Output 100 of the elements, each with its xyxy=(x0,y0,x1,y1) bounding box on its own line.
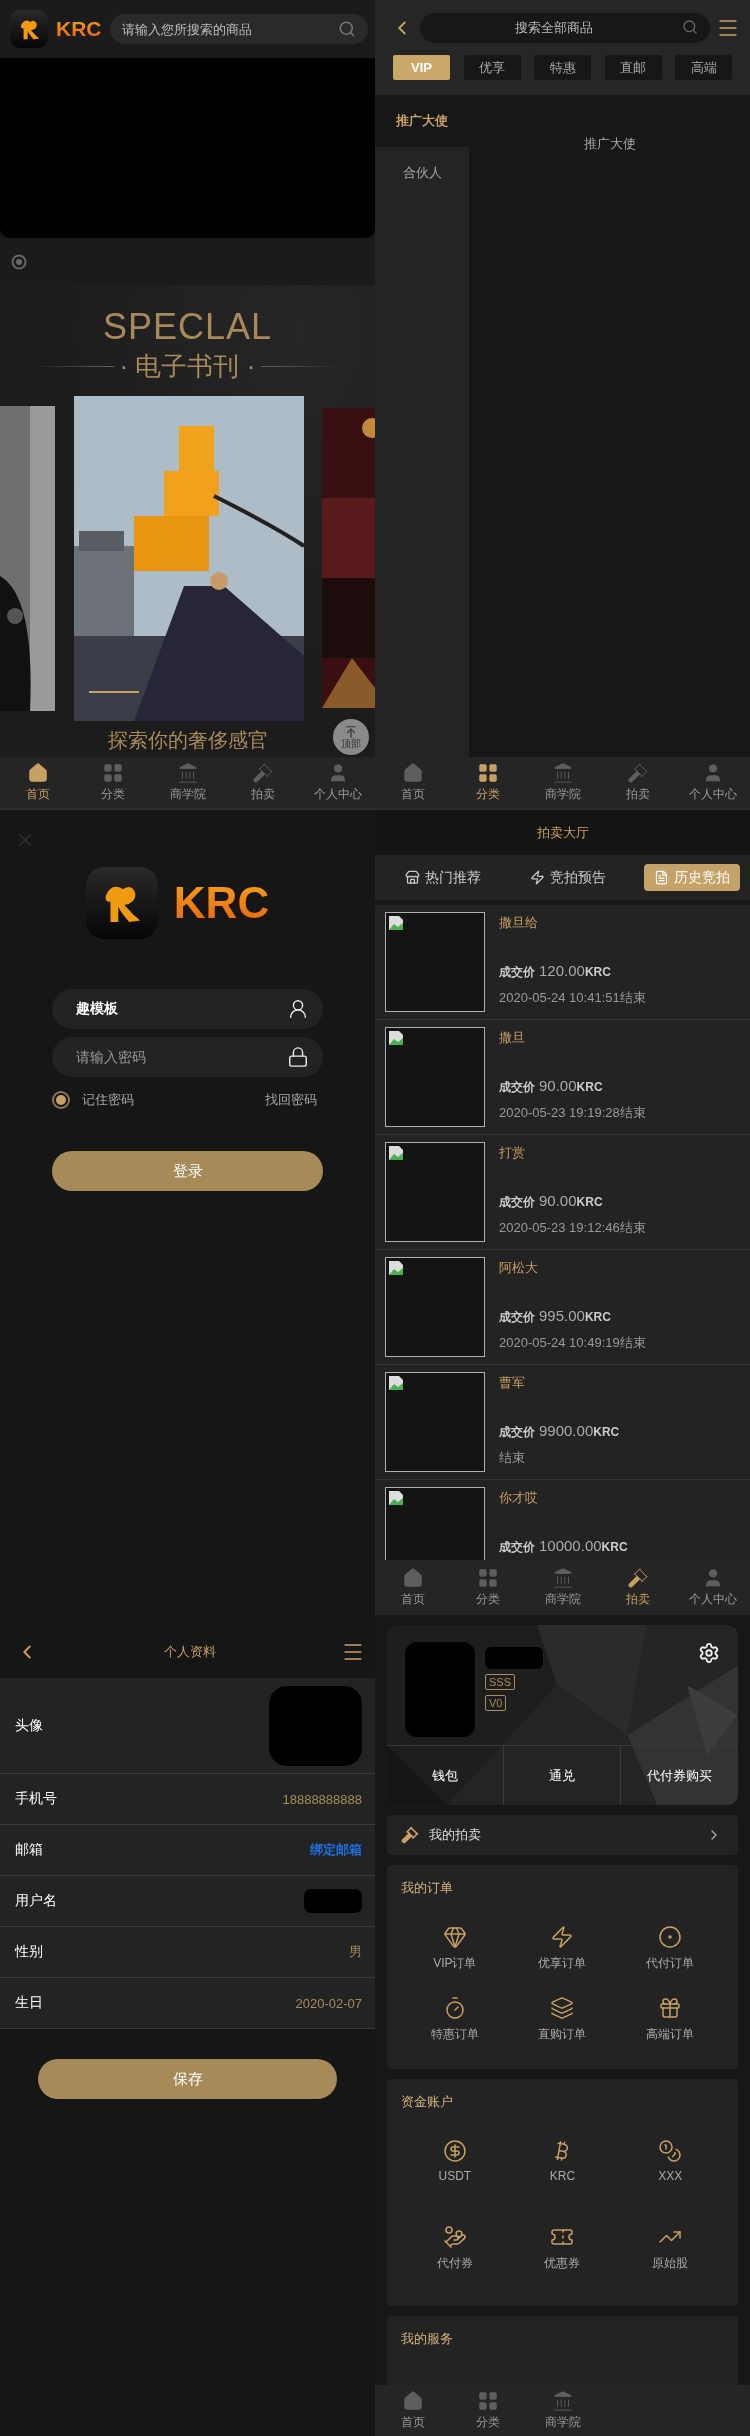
item-name: 你才哎 xyxy=(499,1489,539,1507)
section-caption: 探索你的奢侈感官 xyxy=(107,728,268,753)
field-label: 邮箱 xyxy=(15,1841,43,1859)
tab-item[interactable]: 个人中心 xyxy=(675,762,750,803)
price-label: 成交价 xyxy=(499,1539,535,1556)
filter-chip[interactable]: 直邮 xyxy=(604,55,662,80)
broken-image-icon xyxy=(388,1145,404,1161)
field-value: 2020-02-07 xyxy=(295,1995,362,2011)
back-to-top-button[interactable]: 顶部 xyxy=(333,719,369,755)
order-shortcut[interactable]: 优享订单 xyxy=(508,1925,617,1972)
item-name: 曹军 xyxy=(499,1374,526,1392)
bank-icon xyxy=(551,1567,574,1589)
card-title: 我的订单 xyxy=(401,1879,454,1897)
profile-row[interactable]: 邮箱 绑定邮箱 xyxy=(0,1825,375,1876)
sidebar-item[interactable]: 推广大使 xyxy=(375,95,469,147)
dollar-coin-icon xyxy=(442,2139,467,2163)
tab-item[interactable]: 分类 xyxy=(75,762,150,803)
field-value: 男 xyxy=(349,1943,362,1961)
search-field[interactable]: 请输入您所搜索的商品 xyxy=(109,14,368,44)
tab-item[interactable]: 首页 xyxy=(375,1567,450,1608)
tab-item[interactable]: 商学院 xyxy=(525,1567,600,1608)
filter-chip[interactable]: 特惠 xyxy=(534,55,591,80)
profile-row[interactable]: 头像 xyxy=(0,1678,375,1774)
diamond-icon xyxy=(442,1925,467,1949)
end-time: 2020-05-23 19:19:28结束 xyxy=(499,1104,646,1122)
content-title: 推广大使 xyxy=(583,135,636,153)
account-shortcut[interactable]: 优惠券 xyxy=(508,2225,617,2272)
end-time: 2020-05-23 19:12:46结束 xyxy=(499,1219,646,1237)
price-label: 成交价 xyxy=(499,1309,535,1326)
account-shortcut[interactable]: 代付券 xyxy=(401,2225,509,2272)
account-shortcut[interactable]: XXX xyxy=(616,2139,724,2183)
tab-item[interactable]: 拍卖 xyxy=(225,762,300,803)
field-label: 头像 xyxy=(15,1716,43,1735)
profile-row[interactable]: 性别 男 xyxy=(0,1927,375,1978)
my-auction-row[interactable]: 我的拍卖 xyxy=(387,1815,738,1855)
order-shortcut[interactable]: 直购订单 xyxy=(508,1996,617,2043)
bank-icon xyxy=(176,762,199,784)
price-value: 90.00 xyxy=(539,1192,577,1209)
tab-item[interactable]: 拍卖 xyxy=(600,1567,675,1608)
tab-item[interactable]: 分类 xyxy=(450,1567,525,1608)
tab-item[interactable]: 分类 xyxy=(450,2390,525,2431)
account-shortcut[interactable]: 原始股 xyxy=(616,2225,724,2272)
auction-tab[interactable]: 竞拍预告 xyxy=(519,864,616,891)
tab-item[interactable]: 分类 xyxy=(450,762,525,803)
hand-coin-icon xyxy=(442,2225,467,2249)
auction-tab[interactable]: 热门推荐 xyxy=(395,864,491,891)
search-icon xyxy=(337,20,356,38)
price-unit: KRC xyxy=(601,1540,628,1554)
tab-item[interactable]: 商学院 xyxy=(525,762,600,803)
broken-image-icon xyxy=(388,915,404,931)
coins-icon xyxy=(658,2139,683,2163)
tab-item[interactable]: 个人中心 xyxy=(300,762,375,803)
password-field[interactable]: 请输入密码 xyxy=(52,1037,323,1077)
card-action[interactable]: 钱包 xyxy=(387,1746,504,1805)
grid-icon xyxy=(476,762,499,784)
field-label: 手机号 xyxy=(15,1790,57,1808)
price-label: 成交价 xyxy=(499,964,535,981)
card-title: 资金账户 xyxy=(401,2093,454,2111)
account-shortcut[interactable]: USDT xyxy=(401,2139,509,2183)
tab-item[interactable]: 拍卖 xyxy=(600,762,675,803)
tab-item[interactable]: 个人中心 xyxy=(675,1567,750,1608)
tab-item[interactable]: 商学院 xyxy=(525,2390,600,2431)
gavel-icon xyxy=(626,762,649,784)
card-action[interactable]: 通兑 xyxy=(504,1746,621,1805)
settings-icon[interactable] xyxy=(698,1642,720,1664)
account-shortcut[interactable]: KRC xyxy=(508,2139,617,2183)
order-shortcut[interactable]: VIP订单 xyxy=(401,1925,509,1972)
home-icon xyxy=(26,762,49,784)
level-badge: V0 xyxy=(485,1695,507,1711)
filter-chip[interactable]: 高端 xyxy=(675,55,732,80)
end-time: 结束 xyxy=(499,1449,526,1467)
remember-password-radio[interactable]: 记住密码 xyxy=(52,1091,134,1109)
store-icon xyxy=(405,870,420,885)
order-shortcut[interactable]: 高端订单 xyxy=(616,1996,724,2043)
item-name: 阿松大 xyxy=(499,1259,539,1277)
grid-icon xyxy=(476,1567,499,1589)
price-unit: KRC xyxy=(593,1425,620,1439)
ring-icon xyxy=(658,1925,683,1949)
price-unit: KRC xyxy=(576,1080,603,1094)
search-field[interactable]: 搜索全部商品 xyxy=(419,12,710,43)
tab-item[interactable]: 商学院 xyxy=(150,762,225,803)
filter-chip[interactable]: 优享 xyxy=(463,55,521,80)
price-value: 9900.00 xyxy=(539,1422,594,1439)
bolt-icon xyxy=(550,1925,575,1949)
username-field[interactable]: 趣模板 xyxy=(52,989,323,1029)
profile-row[interactable]: 用户名 xyxy=(0,1876,375,1927)
order-shortcut[interactable]: 特惠订单 xyxy=(401,1996,509,2043)
tab-item[interactable]: 首页 xyxy=(0,762,75,803)
profile-row[interactable]: 手机号 18888888888 xyxy=(0,1774,375,1825)
lock-icon xyxy=(287,1046,309,1068)
bank-icon xyxy=(551,2390,574,2412)
forgot-password-link[interactable]: 找回密码 xyxy=(265,1091,317,1109)
profile-row[interactable]: 生日 2020-02-07 xyxy=(0,1978,375,2029)
tab-item[interactable]: 首页 xyxy=(375,762,450,803)
tab-item[interactable]: 首页 xyxy=(375,2390,450,2431)
card-action[interactable]: 代付券购买 xyxy=(621,1746,738,1805)
sidebar-item[interactable]: 合伙人 xyxy=(375,147,469,199)
order-shortcut[interactable]: 代付订单 xyxy=(616,1925,724,1972)
layers-icon xyxy=(550,1996,575,2020)
home-icon xyxy=(401,762,424,784)
